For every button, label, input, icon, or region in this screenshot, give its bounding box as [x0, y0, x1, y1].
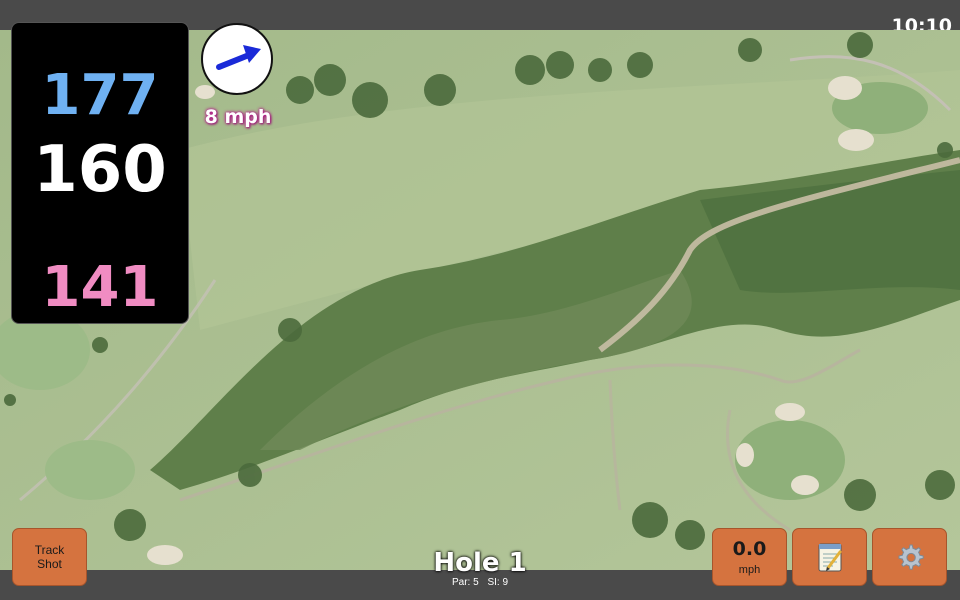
hole-info: Par: 5 SI: 9: [400, 577, 560, 588]
notes-button[interactable]: [792, 528, 867, 586]
speed-button[interactable]: 0.0 mph: [712, 528, 787, 586]
speed-unit: mph: [738, 564, 761, 576]
track-shot-label-line2: Shot: [37, 557, 62, 571]
speed-value: 0.0: [732, 538, 767, 560]
track-shot-button[interactable]: Track Shot: [12, 528, 87, 586]
hole-par: Par: 5: [451, 577, 479, 588]
wind-compass: [201, 23, 273, 95]
distance-back-of-green: 177: [41, 63, 159, 128]
track-shot-label-line1: Track: [34, 543, 65, 557]
distance-middle-of-green: 160: [33, 133, 167, 207]
settings-button[interactable]: [872, 528, 947, 586]
distance-panel[interactable]: 177 160 141: [11, 22, 189, 324]
hole-stroke-index: SI: 9: [487, 577, 509, 588]
wind-arrow-icon: [216, 45, 261, 70]
hole-title: Hole 1: [433, 548, 527, 578]
distance-front-of-green: 141: [41, 255, 159, 320]
gear-icon: [898, 544, 924, 570]
notepad-icon: [818, 543, 841, 572]
wind-speed-label: 8 mph: [204, 106, 272, 128]
